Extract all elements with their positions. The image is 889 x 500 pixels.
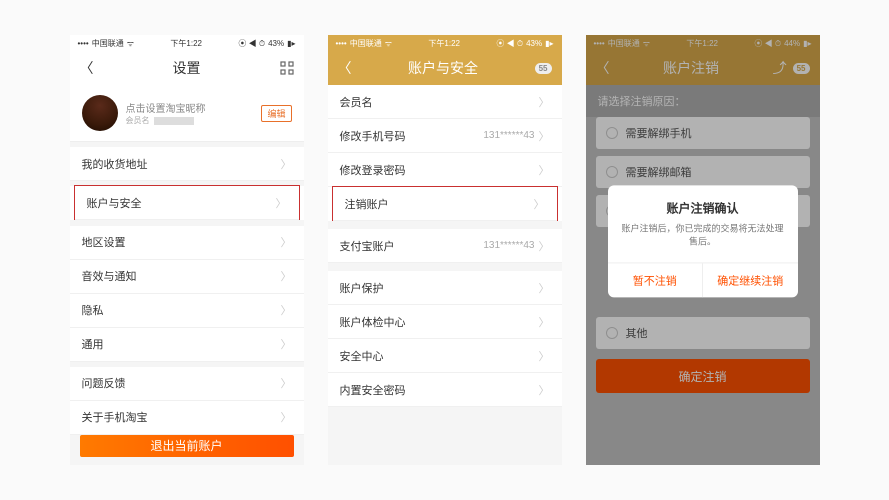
nav-icon: ⦿ ◀ ⏱: [496, 38, 523, 49]
logout-button[interactable]: 退出当前账户: [80, 435, 294, 457]
carrier: 中国联通: [92, 38, 124, 49]
chevron-right-icon: 〉: [281, 234, 292, 250]
chevron-right-icon: 〉: [539, 238, 550, 254]
badge[interactable]: 55: [793, 63, 810, 74]
status-bar: ••••中国联通ᯤ 下午1:22 ⦿ ◀ ⏱43%▮▸: [328, 35, 562, 51]
row-code[interactable]: 内置安全密码〉: [328, 373, 562, 407]
dialog-cancel-button[interactable]: 暂不注销: [608, 263, 704, 297]
time: 下午1:22: [428, 38, 460, 49]
screen-settings: ••••中国联通ᯤ 下午1:22 ⦿ ◀ ⏱43%▮▸ 〈 设置 点击设置淘宝昵…: [70, 35, 304, 465]
chevron-right-icon: 〉: [281, 409, 292, 425]
time: 下午1:22: [170, 38, 202, 49]
radio-icon: [606, 166, 618, 178]
row-cancel-account[interactable]: 注销账户〉: [333, 187, 557, 221]
signal-icon: ••••: [336, 39, 347, 48]
wifi-icon: ᯤ: [385, 38, 392, 49]
reason-unbind-phone[interactable]: 需要解绑手机: [596, 117, 810, 149]
row-region[interactable]: 地区设置〉: [70, 226, 304, 260]
chevron-right-icon: 〉: [281, 156, 292, 172]
battery: 43%: [268, 39, 284, 48]
radio-icon: [606, 327, 618, 339]
page-title: 账户注销: [610, 58, 773, 78]
battery-icon: ▮▸: [287, 39, 295, 48]
page-title: 账户与安全: [352, 58, 535, 78]
nav-icon: ⦿ ◀ ⏱: [754, 38, 781, 49]
scan-icon[interactable]: [280, 61, 294, 75]
battery: 43%: [526, 39, 542, 48]
carrier: 中国联通: [350, 38, 382, 49]
confirm-cancel-button[interactable]: 确定注销: [596, 359, 810, 393]
status-bar: ••••中国联通ᯤ 下午1:22 ⦿ ◀ ⏱43%▮▸: [70, 35, 304, 51]
battery: 44%: [784, 39, 800, 48]
chevron-right-icon: 〉: [539, 162, 550, 178]
chevron-right-icon: 〉: [276, 195, 287, 211]
chevron-right-icon: 〉: [281, 302, 292, 318]
screen-cancel-account: ••••中国联通ᯤ 下午1:22 ⦿ ◀ ⏱44%▮▸ 〈 账户注销 ⤴ 55 请…: [586, 35, 820, 465]
header: 〈 设置: [70, 51, 304, 85]
reason-prompt: 请选择注销原因：: [586, 85, 820, 117]
wifi-icon: ᯤ: [127, 38, 134, 49]
header: 〈 账户与安全 55: [328, 51, 562, 85]
row-privacy[interactable]: 隐私〉: [70, 294, 304, 328]
chevron-right-icon: 〉: [539, 314, 550, 330]
signal-icon: ••••: [594, 39, 605, 48]
share-icon[interactable]: ⤴: [773, 58, 787, 78]
profile-row[interactable]: 点击设置淘宝昵称 会员名 编辑: [70, 85, 304, 142]
carrier: 中国联通: [608, 38, 640, 49]
row-protect[interactable]: 账户保护〉: [328, 271, 562, 305]
dialog-message: 账户注销后，你已完成的交易将无法处理售后。: [620, 223, 786, 248]
row-security[interactable]: 账户与安全〉: [75, 186, 299, 220]
chevron-right-icon: 〉: [281, 336, 292, 352]
row-member[interactable]: 会员名〉: [328, 85, 562, 119]
signal-icon: ••••: [78, 39, 89, 48]
row-address[interactable]: 我的收货地址〉: [70, 147, 304, 181]
chevron-right-icon: 〉: [539, 348, 550, 364]
phone-value: 131******43: [483, 130, 534, 141]
chevron-right-icon: 〉: [539, 382, 550, 398]
back-icon[interactable]: 〈: [338, 58, 352, 78]
nav-icon: ⦿ ◀ ⏱: [238, 38, 265, 49]
battery-icon: ▮▸: [803, 39, 811, 48]
chevron-right-icon: 〉: [539, 128, 550, 144]
time: 下午1:22: [686, 38, 718, 49]
status-bar: ••••中国联通ᯤ 下午1:22 ⦿ ◀ ⏱44%▮▸: [586, 35, 820, 51]
battery-icon: ▮▸: [545, 39, 553, 48]
back-icon[interactable]: 〈: [596, 58, 610, 78]
chevron-right-icon: 〉: [281, 375, 292, 391]
chevron-right-icon: 〉: [281, 268, 292, 284]
row-sound[interactable]: 音效与通知〉: [70, 260, 304, 294]
row-feedback[interactable]: 问题反馈〉: [70, 367, 304, 401]
page-title: 设置: [94, 58, 280, 78]
profile-name: 点击设置淘宝昵称: [126, 100, 254, 115]
wifi-icon: ᯤ: [643, 38, 650, 49]
row-phone[interactable]: 修改手机号码131******43〉: [328, 119, 562, 153]
row-health[interactable]: 账户体检中心〉: [328, 305, 562, 339]
badge[interactable]: 55: [535, 63, 552, 74]
chevron-right-icon: 〉: [539, 280, 550, 296]
reason-unbind-email[interactable]: 需要解绑邮箱: [596, 156, 810, 188]
row-password[interactable]: 修改登录密码〉: [328, 153, 562, 187]
reason-other[interactable]: 其他: [596, 317, 810, 349]
screen-account-security: ••••中国联通ᯤ 下午1:22 ⦿ ◀ ⏱43%▮▸ 〈 账户与安全 55 会…: [328, 35, 562, 465]
row-about[interactable]: 关于手机淘宝〉: [70, 401, 304, 435]
dialog-ok-button[interactable]: 确定继续注销: [703, 263, 798, 297]
radio-icon: [606, 127, 618, 139]
chevron-right-icon: 〉: [539, 94, 550, 110]
alipay-value: 131******43: [483, 240, 534, 251]
profile-sub: 会员名: [126, 115, 150, 126]
row-center[interactable]: 安全中心〉: [328, 339, 562, 373]
edit-button[interactable]: 编辑: [261, 105, 291, 122]
dialog-title: 账户注销确认: [620, 200, 786, 217]
avatar: [82, 95, 118, 131]
blurred-name: [154, 117, 194, 125]
confirm-dialog: 账户注销确认 账户注销后，你已完成的交易将无法处理售后。 暂不注销 确定继续注销: [608, 186, 798, 297]
back-icon[interactable]: 〈: [80, 58, 94, 78]
row-general[interactable]: 通用〉: [70, 328, 304, 362]
row-alipay[interactable]: 支付宝账户131******43〉: [328, 229, 562, 263]
chevron-right-icon: 〉: [534, 196, 545, 212]
header: 〈 账户注销 ⤴ 55: [586, 51, 820, 85]
